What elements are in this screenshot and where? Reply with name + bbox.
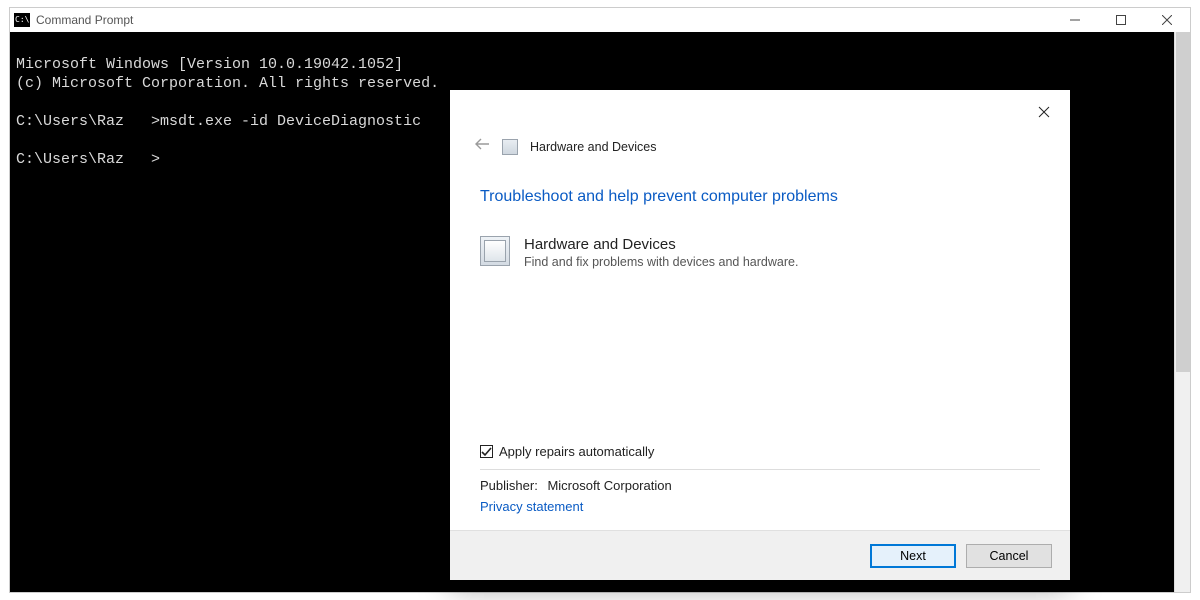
dialog-body: Troubleshoot and help prevent computer p… bbox=[480, 188, 1040, 516]
troubleshooter-item-text: Hardware and Devices Find and fix proble… bbox=[524, 236, 798, 269]
apply-repairs-label: Apply repairs automatically bbox=[499, 444, 654, 459]
console-line: Microsoft Windows [Version 10.0.19042.10… bbox=[16, 56, 403, 73]
cmd-titlebar[interactable]: Command Prompt bbox=[10, 8, 1190, 32]
dialog-header-title: Hardware and Devices bbox=[530, 140, 656, 154]
close-button[interactable] bbox=[1144, 8, 1190, 32]
back-arrow-icon[interactable] bbox=[474, 136, 490, 157]
dialog-close-button[interactable] bbox=[1028, 98, 1060, 126]
window-buttons bbox=[1052, 8, 1190, 32]
cmd-client-area[interactable]: Microsoft Windows [Version 10.0.19042.10… bbox=[10, 32, 1190, 592]
cmd-scrollbar[interactable] bbox=[1174, 32, 1190, 592]
command-prompt-window: Command Prompt Microsoft Windows [Versio… bbox=[9, 7, 1191, 593]
item-title: Hardware and Devices bbox=[524, 236, 798, 253]
minimize-button[interactable] bbox=[1052, 8, 1098, 32]
console-line: (c) Microsoft Corporation. All rights re… bbox=[16, 75, 439, 92]
console-line: C:\Users\Raz >msdt.exe -id DeviceDiagnos… bbox=[16, 113, 421, 130]
cmd-title: Command Prompt bbox=[36, 13, 1052, 27]
privacy-statement-link[interactable]: Privacy statement bbox=[480, 499, 583, 514]
item-description: Find and fix problems with devices and h… bbox=[524, 255, 798, 269]
publisher-label: Publisher: bbox=[480, 478, 538, 493]
dialog-heading: Troubleshoot and help prevent computer p… bbox=[480, 188, 1040, 206]
apply-repairs-checkbox[interactable]: Apply repairs automatically bbox=[480, 444, 1040, 459]
separator bbox=[480, 469, 1040, 470]
dialog-footer: Next Cancel bbox=[450, 530, 1070, 580]
hardware-small-icon bbox=[502, 139, 518, 155]
troubleshooter-item[interactable]: Hardware and Devices Find and fix proble… bbox=[480, 236, 1040, 269]
next-button[interactable]: Next bbox=[870, 544, 956, 568]
dialog-header: Hardware and Devices bbox=[474, 136, 656, 157]
dialog-lower-section: Apply repairs automatically Publisher: M… bbox=[480, 444, 1040, 516]
publisher-row: Publisher: Microsoft Corporation bbox=[480, 478, 1040, 493]
maximize-button[interactable] bbox=[1098, 8, 1144, 32]
cancel-button[interactable]: Cancel bbox=[966, 544, 1052, 568]
publisher-value: Microsoft Corporation bbox=[547, 478, 671, 493]
troubleshooter-dialog: Hardware and Devices Troubleshoot and he… bbox=[450, 90, 1070, 580]
hardware-icon bbox=[480, 236, 510, 266]
cmd-scroll-thumb[interactable] bbox=[1176, 32, 1190, 372]
checkbox-icon bbox=[480, 445, 493, 458]
cmd-icon bbox=[14, 13, 30, 27]
console-line: C:\Users\Raz > bbox=[16, 151, 160, 168]
